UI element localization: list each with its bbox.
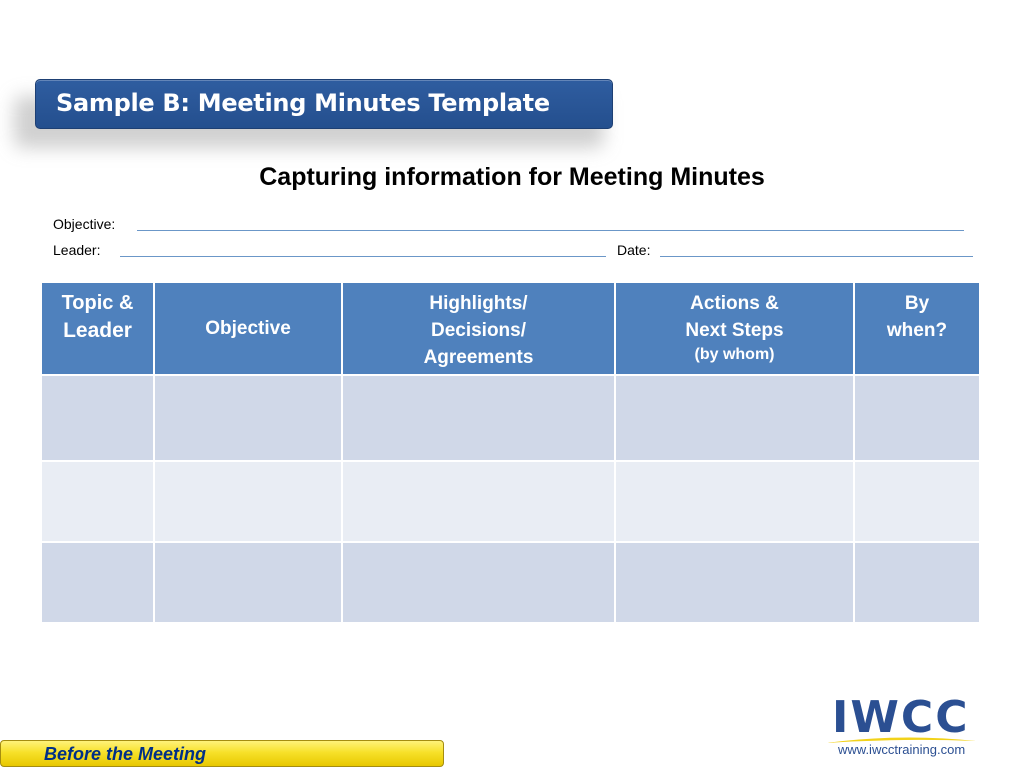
table-cell[interactable] (853, 374, 981, 462)
header-text: Topic & (61, 292, 134, 314)
table-cell[interactable] (614, 374, 855, 462)
table-cell[interactable] (153, 460, 343, 543)
header-text: Leader (63, 319, 132, 342)
table-cell[interactable] (40, 460, 155, 543)
logo-url[interactable]: www.iwcctraining.com (838, 742, 965, 757)
table-row (40, 460, 981, 543)
minutes-table: Topic & Leader Objective Highlights/ Dec… (40, 281, 981, 624)
header-text: Objective (205, 317, 291, 339)
header-subtext: (by whom) (694, 346, 775, 363)
date-field[interactable] (660, 256, 973, 257)
column-header-by-when: By when? (853, 281, 981, 376)
column-header-objective: Objective (153, 281, 343, 376)
table-cell[interactable] (40, 541, 155, 624)
leader-field[interactable] (120, 256, 606, 257)
table-row (40, 374, 981, 462)
date-label: Date: (617, 242, 651, 258)
table-cell[interactable] (853, 541, 981, 624)
header-text: when? (886, 320, 948, 341)
table-cell[interactable] (341, 460, 616, 543)
header-text: Highlights/ (429, 293, 528, 314)
column-header-highlights: Highlights/ Decisions/ Agreements (341, 281, 616, 376)
table-header-row: Topic & Leader Objective Highlights/ Dec… (40, 281, 981, 376)
page-title: Sample B: Meeting Minutes Template (56, 89, 550, 117)
header-text: Decisions/ (430, 320, 527, 341)
table-cell[interactable] (153, 374, 343, 462)
leader-label: Leader: (53, 242, 101, 258)
header-text: Agreements (423, 347, 534, 368)
header-text: Next Steps (685, 320, 784, 341)
objective-field[interactable] (137, 230, 964, 231)
table-cell[interactable] (614, 460, 855, 543)
objective-label: Objective: (53, 216, 116, 232)
title-banner: Sample B: Meeting Minutes Template (35, 79, 613, 129)
column-header-topic-leader: Topic & Leader (40, 281, 155, 376)
table-cell[interactable] (614, 541, 855, 624)
page-subtitle: Capturing information for Meeting Minute… (259, 163, 765, 191)
section-banner: Before the Meeting (0, 740, 444, 767)
table-cell[interactable] (341, 374, 616, 462)
table-cell[interactable] (153, 541, 343, 624)
section-label: Before the Meeting (44, 744, 207, 764)
table-cell[interactable] (853, 460, 981, 543)
table-row (40, 541, 981, 624)
table-cell[interactable] (341, 541, 616, 624)
column-header-actions: Actions & Next Steps (by whom) (614, 281, 855, 376)
header-text: Actions & (690, 293, 779, 314)
table-cell[interactable] (40, 374, 155, 462)
header-text: By (904, 293, 930, 314)
